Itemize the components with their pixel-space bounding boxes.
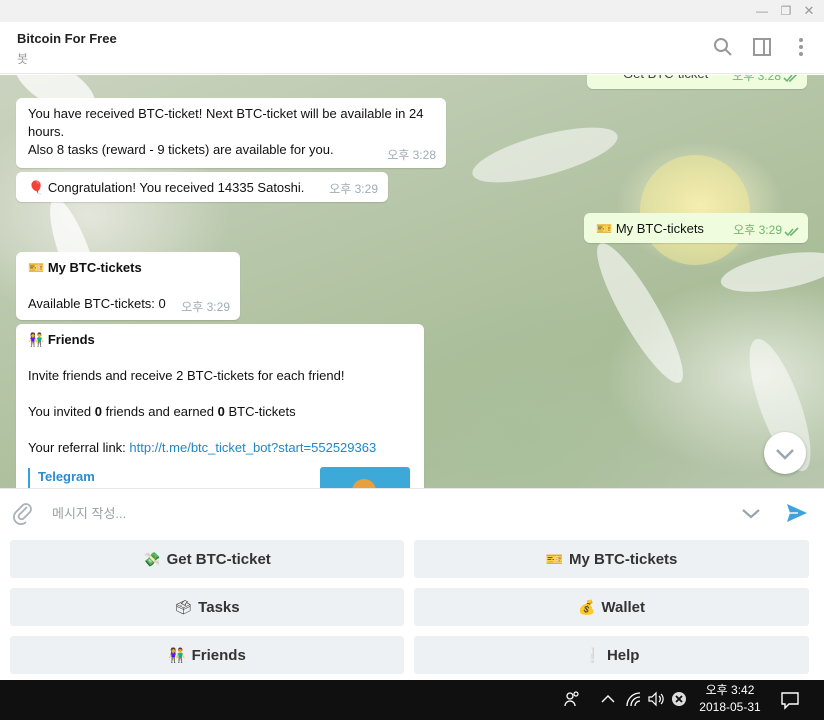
keyboard-button-label: Tasks: [198, 599, 240, 616]
keyboard-button-label: Friends: [191, 647, 246, 664]
keyboard-button-get-btc-ticket[interactable]: 💸 Get BTC-ticket: [10, 540, 404, 578]
invited-suffix: BTC-tickets: [224, 404, 296, 419]
background-petal: [640, 155, 750, 265]
keyboard-button-my-btc-tickets[interactable]: 🎫 My BTC-tickets: [414, 540, 809, 578]
taskbar-time: 오후 3:42: [705, 683, 755, 697]
message-incoming[interactable]: You have received BTC-ticket! Next BTC-t…: [16, 98, 446, 168]
keyboard-button-help[interactable]: ❕ Help: [414, 636, 809, 674]
keyboard-button-label: Wallet: [601, 599, 646, 616]
keyboard-button-label: My BTC-tickets: [569, 551, 678, 568]
background-petal: [467, 116, 623, 194]
message-text: Congratulation! You received 14335 Satos…: [47, 180, 305, 195]
money-wings-icon: 💸: [143, 551, 161, 567]
link-preview-title[interactable]: Telegram: [38, 468, 95, 486]
chevron-up-icon[interactable]: [599, 690, 617, 708]
people-icon[interactable]: [563, 690, 581, 708]
telegram-logo-icon: [352, 479, 376, 488]
message-time: 오후 3:28: [732, 75, 781, 83]
referral-link[interactable]: http://t.me/btc_ticket_bot?start=5525293…: [129, 440, 376, 455]
read-checks-icon: [783, 75, 798, 83]
money-bag-icon: 💰: [577, 599, 596, 615]
message-text: Also 8 tasks (reward - 9 tickets) are av…: [28, 142, 334, 157]
attach-icon[interactable]: [12, 501, 34, 525]
invited-mid: friends and earned: [101, 404, 218, 419]
ballot-box-icon: 🗳: [174, 599, 193, 615]
compose-bar: [0, 488, 824, 536]
wifi-icon[interactable]: [624, 690, 642, 708]
chat-header[interactable]: Bitcoin For Free 봇: [0, 22, 824, 74]
message-incoming[interactable]: 👫 Friends Invite friends and receive 2 B…: [16, 324, 424, 488]
friends-icon: 👫: [168, 647, 186, 663]
more-options-icon[interactable]: [790, 36, 812, 58]
link-preview-image[interactable]: [320, 467, 410, 488]
message-text: You invited 0 friends and earned 0 BTC-t…: [28, 403, 412, 421]
window-titlebar: — ❐ ✕: [0, 0, 824, 22]
scroll-down-button[interactable]: [764, 432, 806, 474]
bot-keyboard: 💸 Get BTC-ticket 🎫 My BTC-tickets 🗳 Tasks 💰…: [0, 536, 824, 680]
message-incoming[interactable]: 🎈 Congratulation! You received 14335 Sat…: [16, 172, 388, 202]
message-list[interactable]: Get BTC-ticket 오후 3:28 You have received…: [0, 75, 824, 488]
close-window-button[interactable]: ✕: [800, 2, 818, 20]
volume-icon[interactable]: [647, 690, 665, 708]
link-preview-bar: [28, 468, 30, 488]
chat-title: Bitcoin For Free: [17, 31, 117, 46]
notification-center-icon[interactable]: [780, 690, 800, 710]
balloon-icon: 🎈: [28, 180, 45, 195]
read-checks-icon: [784, 227, 799, 237]
message-outgoing[interactable]: Get BTC-ticket 오후 3:28: [587, 75, 807, 89]
message-text: Get BTC-ticket: [623, 75, 708, 83]
message-text: Your referral link: http://t.me/btc_tick…: [28, 439, 412, 457]
message-time: 오후 3:28: [387, 148, 436, 162]
message-text: hours.: [28, 124, 65, 139]
message-outgoing[interactable]: 🎫 My BTC-tickets 오후 3:29: [584, 213, 808, 243]
background-petal: [717, 244, 824, 300]
network-error-icon[interactable]: [670, 690, 688, 708]
side-panel-icon[interactable]: [751, 36, 773, 58]
search-icon[interactable]: [712, 36, 734, 58]
keyboard-button-wallet[interactable]: 💰 Wallet: [414, 588, 809, 626]
minimize-button[interactable]: —: [753, 2, 771, 20]
maximize-button[interactable]: ❐: [777, 2, 795, 20]
chevron-down-icon: [776, 449, 794, 460]
keyboard-button-label: Get BTC-ticket: [166, 551, 271, 568]
taskbar-clock[interactable]: 오후 3:42 2018-05-31: [688, 682, 772, 716]
keyboard-toggle-icon[interactable]: [740, 502, 762, 524]
message-text: My BTC-tickets: [615, 221, 704, 236]
keyboard-button-label: Help: [606, 647, 640, 664]
chat-subtitle: 봇: [17, 52, 29, 66]
message-time: 오후 3:29: [181, 300, 230, 314]
message-text: You have received BTC-ticket! Next BTC-t…: [28, 106, 424, 121]
message-input[interactable]: [52, 503, 712, 523]
exclamation-icon: ❕: [583, 647, 601, 663]
send-icon[interactable]: [785, 501, 809, 525]
message-title: My BTC-tickets: [47, 260, 142, 275]
referral-label: Your referral link:: [28, 440, 130, 455]
earned-count: 0: [217, 404, 225, 419]
ticket-icon: 🎫: [545, 551, 564, 567]
message-title: Friends: [47, 332, 95, 347]
message-incoming[interactable]: 🎫 My BTC-tickets Available BTC-tickets: …: [16, 252, 240, 320]
ticket-icon: 🎫: [28, 260, 45, 275]
message-time: 오후 3:29: [733, 223, 782, 237]
friends-icon: 👫: [28, 332, 45, 347]
keyboard-button-tasks[interactable]: 🗳 Tasks: [10, 588, 404, 626]
message-text: Invite friends and receive 2 BTC-tickets…: [28, 368, 345, 383]
invited-count: 0: [94, 404, 102, 419]
os-taskbar: 오후 3:42 2018-05-31: [0, 680, 824, 720]
taskbar-date: 2018-05-31: [699, 700, 761, 714]
invited-prefix: You invited: [28, 404, 95, 419]
keyboard-button-friends[interactable]: 👫 Friends: [10, 636, 404, 674]
ticket-icon: 🎫: [596, 221, 613, 236]
message-time: 오후 3:29: [329, 182, 378, 196]
